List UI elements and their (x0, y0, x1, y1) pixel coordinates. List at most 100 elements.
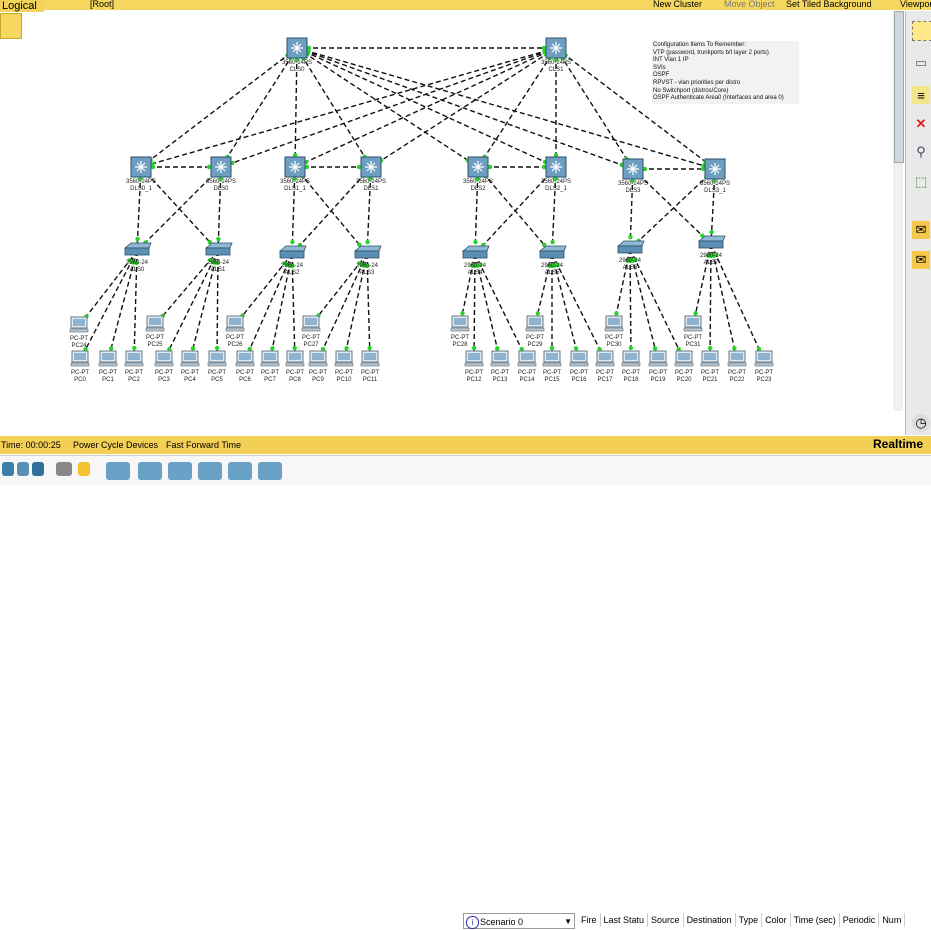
device-name-label[interactable]: PC22 (729, 377, 745, 383)
device-name-label[interactable]: PC3 (158, 377, 170, 383)
place-note-icon[interactable]: ≡ (912, 86, 930, 104)
access-switch-device[interactable] (461, 245, 490, 252)
device-name-label[interactable]: ALS5 (545, 270, 560, 276)
device-model-label[interactable]: 2960-24 (281, 263, 304, 269)
device-name-label[interactable]: PC12 (466, 377, 482, 383)
scrollbar-thumb[interactable] (894, 11, 904, 163)
power-cycle-button[interactable]: Power Cycle Devices (73, 440, 158, 450)
device-model-label[interactable]: PC-PT (286, 370, 304, 376)
device-name-label[interactable]: ALS6 (623, 265, 638, 271)
network-link[interactable] (140, 47, 298, 168)
device-model-label[interactable]: PC-PT (543, 370, 561, 376)
network-link[interactable] (629, 248, 685, 361)
device-name-label[interactable]: CLS0 (289, 67, 305, 73)
device-name-label[interactable]: PC20 (676, 377, 692, 383)
device-model-label[interactable]: PC-PT (451, 335, 469, 341)
add-complex-pdu-icon[interactable]: ✉ (912, 251, 930, 269)
device-model-label[interactable]: 2960-24 (126, 260, 149, 266)
network-link[interactable] (555, 47, 634, 170)
network-link[interactable] (551, 253, 606, 361)
device-name-label[interactable]: PC14 (519, 377, 535, 383)
move-object-button[interactable]: Move Object (724, 0, 775, 9)
device-name-label[interactable]: PC25 (147, 342, 163, 348)
device-model-label[interactable]: PC-PT (728, 370, 746, 376)
device-model-icon[interactable] (138, 462, 162, 480)
device-name-label[interactable]: DLS3 (625, 188, 641, 194)
device-name-label[interactable]: PC21 (702, 377, 718, 383)
device-name-label[interactable]: PC6 (239, 377, 251, 383)
device-model-label[interactable]: PC-PT (70, 336, 88, 342)
device-model-icon[interactable] (258, 462, 282, 480)
device-model-label[interactable]: PC-PT (146, 335, 164, 341)
device-name-label[interactable]: PC19 (650, 377, 666, 383)
connections-category-icon[interactable] (78, 462, 90, 476)
add-simple-pdu-icon[interactable]: ✉ (912, 221, 930, 239)
set-background-button[interactable]: Set Tiled Background (786, 0, 872, 9)
device-name-label[interactable]: PC9 (312, 377, 324, 383)
device-name-label[interactable]: PC11 (363, 377, 378, 383)
device-model-label[interactable]: PC-PT (236, 370, 254, 376)
clock-icon[interactable]: ◷ (912, 414, 930, 432)
device-model-label[interactable]: 2960-24 (541, 263, 564, 269)
device-name-label[interactable]: PC7 (264, 377, 276, 383)
device-name-label[interactable]: DLS2 (470, 186, 486, 192)
device-name-label[interactable]: ALS7 (704, 260, 719, 266)
device-model-label[interactable]: 3560-24PS (282, 60, 312, 66)
device-model-label[interactable]: PC-PT (526, 335, 544, 341)
device-model-label[interactable]: PC-PT (622, 370, 640, 376)
device-name-label[interactable]: ALS4 (468, 270, 483, 276)
device-model-label[interactable]: 3560-24PS (463, 179, 493, 185)
logical-view-icon[interactable] (0, 13, 22, 39)
device-model-icon[interactable] (106, 462, 130, 480)
device-name-label[interactable]: PC18 (623, 377, 639, 383)
device-name-label[interactable]: PC29 (527, 342, 543, 348)
device-name-label[interactable]: CLS1 (548, 67, 564, 73)
device-model-label[interactable]: PC-PT (649, 370, 667, 376)
device-model-label[interactable]: PC-PT (335, 370, 353, 376)
resize-shape-icon[interactable]: ⬚ (912, 173, 930, 191)
access-switch-device[interactable] (278, 245, 307, 252)
device-model-label[interactable]: 3560-24PS (126, 179, 156, 185)
device-model-label[interactable]: PC-PT (518, 370, 536, 376)
device-name-label[interactable]: PC30 (606, 342, 622, 348)
device-model-label[interactable]: PC-PT (684, 335, 702, 341)
device-name-label[interactable]: PC15 (544, 377, 560, 383)
select-icon[interactable] (912, 21, 931, 41)
vertical-scrollbar[interactable] (893, 11, 904, 411)
new-cluster-button[interactable]: New Cluster (653, 0, 702, 9)
device-model-label[interactable]: PC-PT (570, 370, 588, 376)
device-name-label[interactable]: PC0 (74, 377, 86, 383)
device-model-icon[interactable] (168, 462, 192, 480)
device-name-label[interactable]: DLS1_1 (284, 186, 306, 192)
device-model-label[interactable]: PC-PT (302, 335, 320, 341)
device-model-label[interactable]: 3560-24PS (618, 181, 648, 187)
device-model-label[interactable]: PC-PT (675, 370, 693, 376)
device-name-label[interactable]: ALS1 (211, 267, 226, 273)
device-model-label[interactable]: PC-PT (361, 370, 379, 376)
network-link[interactable] (474, 253, 528, 361)
device-name-label[interactable]: DLS2_1 (545, 186, 567, 192)
device-name-label[interactable]: ALS3 (360, 270, 375, 276)
device-model-label[interactable]: 3560-24PS (280, 179, 310, 185)
device-model-label[interactable]: PC-PT (605, 335, 623, 341)
delete-icon[interactable]: ✕ (912, 115, 930, 133)
network-link[interactable] (79, 250, 138, 361)
network-link[interactable] (220, 47, 557, 168)
device-model-label[interactable]: PC-PT (755, 370, 773, 376)
network-link[interactable] (140, 47, 557, 168)
device-name-label[interactable]: PC8 (289, 377, 301, 383)
inspect-icon[interactable]: ⚲ (912, 143, 930, 161)
device-model-label[interactable]: PC-PT (155, 370, 173, 376)
device-model-label[interactable]: PC-PT (181, 370, 199, 376)
column-header[interactable]: Num (879, 913, 906, 927)
device-model-icon[interactable] (198, 462, 222, 480)
device-model-label[interactable]: 2960-24 (619, 258, 642, 264)
access-switch-device[interactable] (123, 242, 152, 249)
network-link[interactable] (710, 243, 765, 361)
device-name-label[interactable]: DLS0_1 (130, 186, 152, 192)
device-model-label[interactable]: PC-PT (596, 370, 614, 376)
column-header[interactable]: Source (648, 913, 684, 927)
device-model-icon[interactable] (228, 462, 252, 480)
device-name-label[interactable]: PC26 (227, 342, 243, 348)
device-model-label[interactable]: PC-PT (701, 370, 719, 376)
